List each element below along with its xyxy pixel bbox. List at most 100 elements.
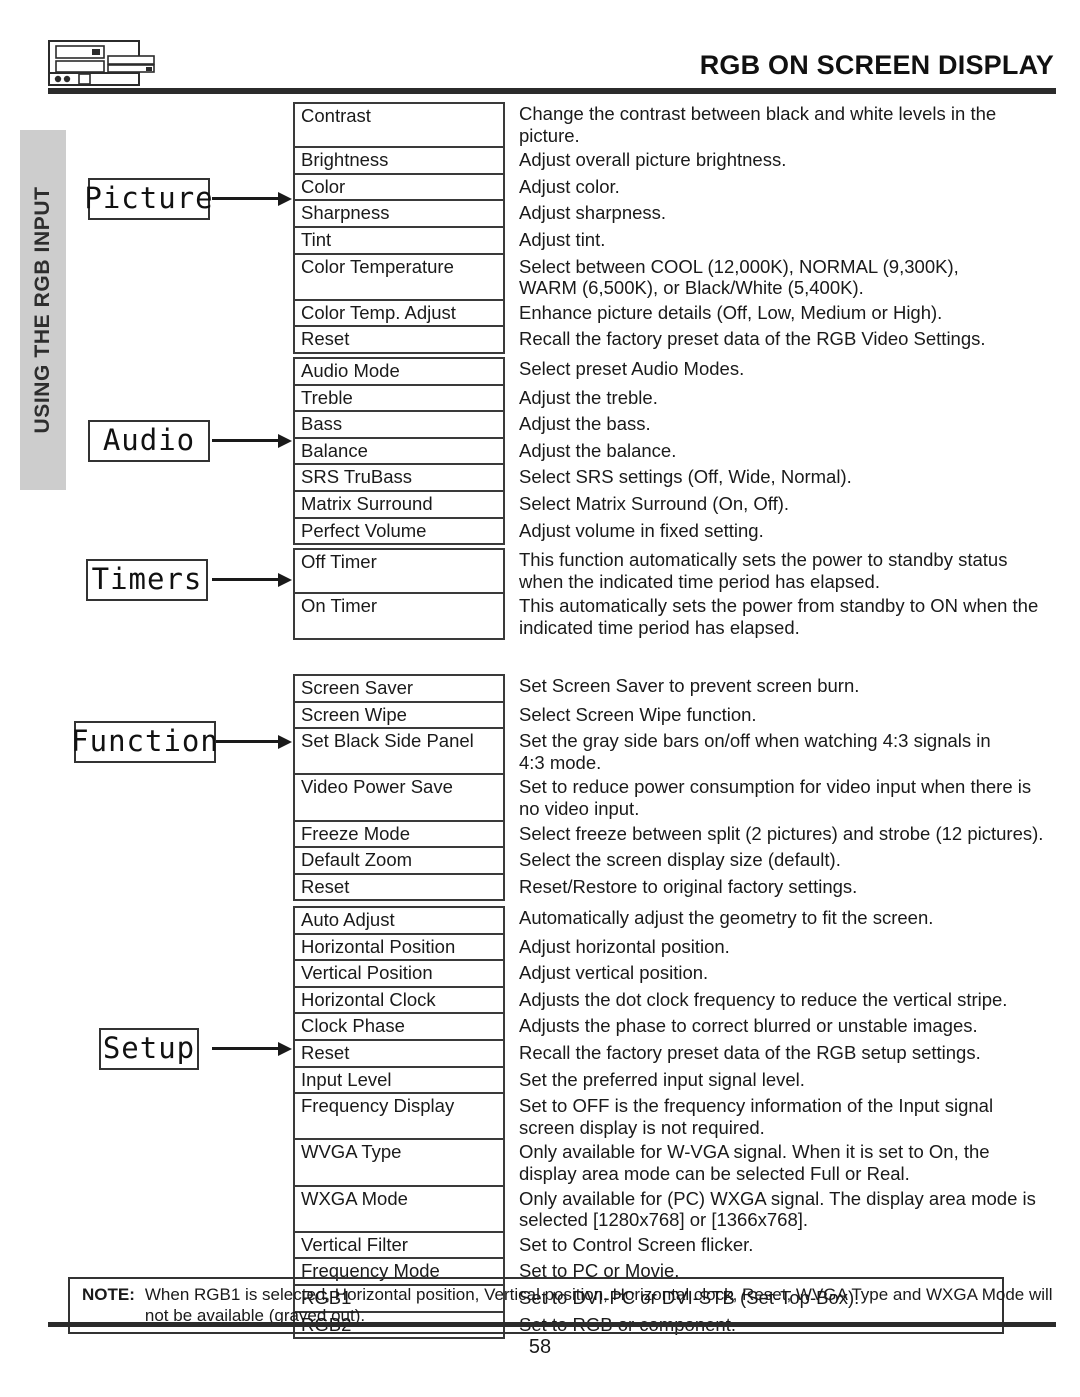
option-description: Set the preferred input signal level.: [519, 1068, 805, 1090]
menu-box-setup[interactable]: Setup: [99, 1028, 199, 1070]
option-name: Reset: [293, 327, 505, 354]
option-description: Adjust horizontal position.: [519, 935, 730, 957]
table-row: Sharpness Adjust sharpness.: [293, 201, 1020, 228]
table-row: Freeze Mode Select freeze between split (…: [293, 821, 1043, 849]
option-name: Off Timer: [293, 548, 505, 595]
option-description: Select SRS settings (Off, Wide, Normal).: [519, 466, 852, 488]
table-row: SRS TruBass Select SRS settings (Off, Wid…: [293, 465, 1020, 492]
page-number: 58: [528, 1336, 552, 1358]
option-name: Color Temp. Adjust: [293, 300, 505, 328]
option-name: SRS TruBass: [293, 465, 505, 492]
option-description: Select between COOL (12,000K), NORMAL (9…: [519, 255, 959, 299]
option-description: Automatically adjust the geometry to fit…: [519, 907, 934, 928]
audio-options-table: Audio Mode Select preset Audio Modes. Treb…: [293, 357, 1020, 546]
table-row: Horizontal Position Adjust horizontal pos…: [293, 934, 1020, 962]
table-row: Clock Phase Adjusts the phase to correct …: [293, 1014, 1020, 1041]
option-name: Video Power Save: [293, 775, 505, 822]
arrow-audio: [212, 434, 292, 448]
option-description: Only available for W-VGA signal. When it…: [519, 1141, 990, 1184]
menu-box-audio[interactable]: Audio: [88, 420, 210, 462]
menu-box-timers[interactable]: Timers: [86, 559, 208, 601]
option-name: Perfect Volume: [293, 518, 505, 546]
option-description: Adjust tint.: [519, 228, 606, 250]
table-row: Input Level Set the preferred input signa…: [293, 1067, 1020, 1095]
option-description: Set to OFF is the frequency information …: [519, 1095, 994, 1138]
table-row: Bass Adjust the bass.: [293, 412, 1020, 439]
option-description: Adjust the bass.: [519, 413, 651, 435]
note-text: When RGB1 is selected, Horizontal positi…: [144, 1285, 1053, 1325]
option-description: Adjust the treble.: [519, 386, 658, 408]
option-description: Adjust overall picture brightness.: [519, 149, 787, 171]
header-divider: [48, 88, 1056, 94]
option-name: Screen Wipe: [293, 702, 505, 730]
option-name: Clock Phase: [293, 1014, 505, 1041]
option-name: Input Level: [293, 1067, 505, 1095]
table-row: Contrast Change the contrast between blac…: [293, 102, 1020, 149]
option-description: Set Screen Saver to prevent screen burn.: [519, 675, 860, 696]
option-description: Set to Control Screen flicker.: [519, 1233, 754, 1255]
option-name: Matrix Surround: [293, 491, 505, 519]
menu-box-audio-label: Audio: [102, 422, 196, 457]
arrow-timers: [212, 573, 292, 587]
option-description: Set to reduce power consumption for vide…: [519, 776, 1032, 819]
option-description: Adjust vertical position.: [519, 962, 709, 984]
menu-box-picture[interactable]: Picture: [84, 178, 213, 220]
table-row: Balance Adjust the balance.: [293, 438, 1020, 466]
page-header: RGB ON SCREEN DISPLAY: [0, 0, 1080, 95]
table-row: Reset Recall the factory preset data of t…: [293, 1040, 1020, 1068]
table-row: Reset Recall the factory preset data of t…: [293, 327, 1020, 354]
table-row: Auto Adjust Automatically adjust the geom…: [293, 906, 1020, 935]
option-name: Reset: [293, 874, 505, 902]
table-row: Set Black Side Panel Set the gray side ba…: [293, 729, 1020, 776]
option-description: Recall the factory preset data of the RG…: [519, 1041, 981, 1063]
option-description: Adjusts the dot clock frequency to reduc…: [519, 988, 1008, 1010]
option-name: On Timer: [293, 594, 505, 641]
menu-box-function-label: Function: [71, 723, 219, 758]
table-row: Audio Mode Select preset Audio Modes.: [293, 357, 1020, 386]
table-row: Screen Wipe Select Screen Wipe function.: [293, 702, 1020, 730]
menu-box-timers-label: Timers: [91, 561, 203, 596]
table-row: WVGA Type Only available for W-VGA signal…: [293, 1140, 1020, 1187]
table-row: Matrix Surround Select Matrix Surround (O…: [293, 491, 1020, 519]
table-row: Color Temp. Adjust Enhance picture detail…: [293, 300, 1020, 328]
function-options-table: Screen Saver Set Screen Saver to prevent …: [293, 674, 1043, 902]
setup-options-table: Auto Adjust Automatically adjust the geom…: [293, 906, 1036, 1340]
timers-options-table: Off Timer This function automatically set…: [293, 548, 1038, 641]
table-row: Color Temperature Select between COOL (12…: [293, 254, 1020, 301]
table-row: Tint Adjust tint.: [293, 227, 1020, 255]
table-row: Vertical Filter Set to Control Screen fli…: [293, 1232, 1020, 1260]
table-row: Brightness Adjust overall picture brightn…: [293, 148, 1020, 175]
option-description: Select preset Audio Modes.: [519, 358, 745, 379]
option-name: Color: [293, 174, 505, 202]
table-row: Screen Saver Set Screen Saver to prevent …: [293, 674, 1020, 703]
option-description: Only available for (PC) WXGA signal. The…: [519, 1187, 1036, 1231]
option-description: Select freeze between split (2 pictures)…: [519, 822, 1044, 844]
section-tab: USING THE RGB INPUT: [20, 130, 66, 490]
table-row: On Timer This automatically sets the powe…: [293, 594, 1038, 641]
table-row: Treble Adjust the treble.: [293, 385, 1020, 413]
table-row: Horizontal Clock Adjusts the dot clock fr…: [293, 987, 1020, 1015]
table-row: WXGA Mode Only available for (PC) WXGA si…: [293, 1186, 1036, 1233]
option-name: Bass: [293, 412, 505, 439]
option-name: Sharpness: [293, 201, 505, 228]
table-row: Video Power Save Set to reduce power cons…: [293, 775, 1031, 822]
table-row: Vertical Position Adjust vertical positio…: [293, 961, 1020, 988]
arrow-function: [216, 735, 292, 749]
option-description: Reset/Restore to original factory settin…: [519, 875, 858, 897]
option-name: Tint: [293, 227, 505, 255]
option-name: Set Black Side Panel: [293, 729, 505, 776]
option-name: Brightness: [293, 148, 505, 175]
menu-box-setup-label: Setup: [102, 1030, 196, 1065]
option-description: Select the screen display size (default)…: [519, 849, 841, 871]
option-description: Enhance picture details (Off, Low, Mediu…: [519, 301, 943, 323]
menu-box-function[interactable]: Function: [71, 721, 219, 763]
option-description: Adjust the balance.: [519, 439, 677, 461]
option-name: Contrast: [293, 102, 505, 149]
option-description: Select Screen Wipe function.: [519, 703, 757, 725]
option-description: Recall the factory preset data of the RG…: [519, 328, 986, 350]
option-name: Vertical Filter: [293, 1232, 505, 1260]
menu-box-picture-label: Picture: [84, 180, 214, 215]
option-name: Color Temperature: [293, 254, 505, 301]
table-row: Frequency Display Set to OFF is the frequ…: [293, 1094, 1020, 1141]
option-description: This function automatically sets the pow…: [519, 549, 1008, 592]
